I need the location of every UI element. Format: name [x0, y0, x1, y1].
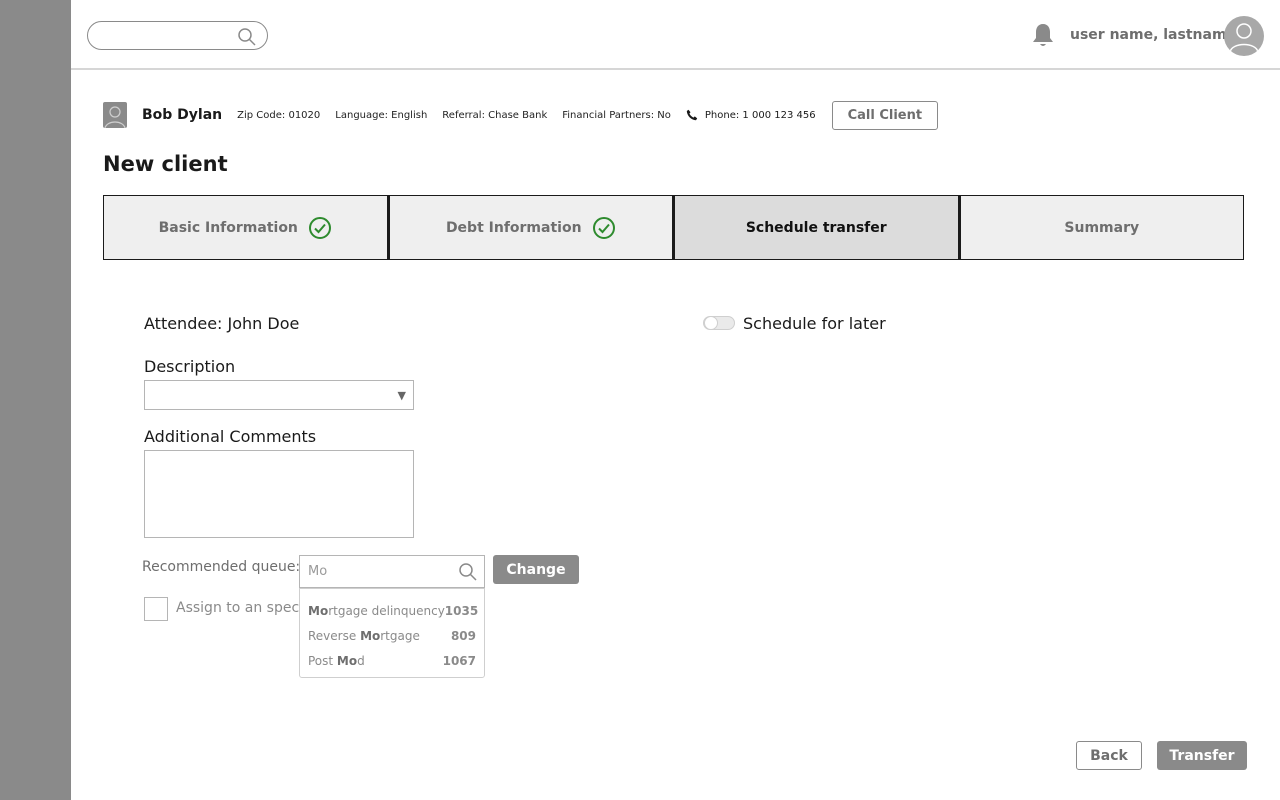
- recommended-queue-label: Recommended queue:: [142, 559, 301, 575]
- step-label: Schedule transfer: [745, 219, 887, 236]
- client-phone-text: Phone: 1 000 123 456: [704, 109, 816, 121]
- back-button[interactable]: Back: [1076, 741, 1142, 770]
- search-icon[interactable]: [237, 27, 257, 47]
- client-info-bar: Bob Dylan Zip Code: 01020 Language: Engl…: [103, 100, 939, 130]
- suggestion-count: 1067: [442, 653, 476, 668]
- client-language: Language: English: [335, 109, 428, 121]
- client-name: Bob Dylan: [142, 107, 223, 123]
- search-icon[interactable]: [458, 562, 478, 582]
- step-label: Debt Information: [445, 219, 582, 236]
- additional-comments-label: Additional Comments: [144, 427, 317, 446]
- suggestion-count: 809: [450, 628, 476, 643]
- step-label: Basic Information: [158, 219, 298, 236]
- suggestion-name: Mortgage delinquency: [308, 603, 445, 618]
- description-label: Description: [144, 357, 236, 376]
- phone-icon: [686, 109, 698, 121]
- toggle-knob: [704, 316, 718, 330]
- client-phone: Phone: 1 000 123 456: [686, 109, 816, 121]
- user-avatar[interactable]: [1224, 16, 1264, 56]
- additional-comments-textarea[interactable]: [144, 450, 414, 538]
- attendee-label: Attendee: John Doe: [144, 314, 300, 333]
- user-name[interactable]: user name, lastname: [1070, 27, 1236, 43]
- queue-suggestion-item[interactable]: Reverse Mortgage 809: [300, 623, 484, 648]
- search-input[interactable]: [98, 26, 228, 45]
- queue-suggestions-dropdown: Mortgage delinquency 1035 Reverse Mortga…: [299, 588, 485, 678]
- schedule-later-toggle[interactable]: [703, 316, 735, 330]
- step-debt-information[interactable]: Debt Information: [387, 195, 673, 260]
- progress-steps: Basic Information Debt Information Sched…: [103, 195, 1244, 260]
- step-summary[interactable]: Summary: [958, 195, 1244, 260]
- call-client-button[interactable]: Call Client: [831, 100, 939, 130]
- step-label: Summary: [1064, 219, 1140, 236]
- assign-agent-checkbox[interactable]: [144, 597, 168, 621]
- person-icon: [104, 106, 126, 128]
- global-search[interactable]: [87, 21, 268, 50]
- bell-icon[interactable]: [1031, 22, 1055, 48]
- queue-search-input[interactable]: Mo: [299, 555, 485, 588]
- schedule-later-label: Schedule for later: [743, 314, 886, 333]
- queue-suggestion-item[interactable]: Post Mod 1067: [300, 648, 484, 673]
- page-title: New client: [103, 152, 228, 176]
- caret-down-icon: ▼: [397, 389, 406, 402]
- suggestion-count: 1035: [444, 603, 479, 618]
- queue-suggestion-item[interactable]: Mortgage delinquency 1035: [300, 598, 484, 623]
- left-sidebar: [0, 0, 71, 800]
- transfer-button[interactable]: Transfer: [1157, 741, 1247, 770]
- check-circle-icon: [592, 216, 615, 239]
- step-basic-information[interactable]: Basic Information: [103, 195, 388, 260]
- assign-agent-label: Assign to an specific agent: [176, 600, 299, 616]
- step-schedule-transfer[interactable]: Schedule transfer: [673, 195, 959, 260]
- suggestion-name: Reverse Mortgage: [308, 628, 420, 643]
- queue-search-value: Mo: [308, 564, 328, 579]
- client-avatar: [103, 102, 127, 128]
- description-select[interactable]: ▼: [144, 380, 414, 410]
- client-zip: Zip Code: 01020: [237, 109, 321, 121]
- client-referral: Referral: Chase Bank: [442, 109, 548, 121]
- suggestion-name: Post Mod: [308, 653, 365, 668]
- check-circle-icon: [308, 216, 331, 239]
- client-financial-partners: Financial Partners: No: [562, 109, 671, 121]
- top-bar: user name, lastname: [71, 0, 1280, 70]
- user-icon: [1229, 23, 1259, 53]
- change-queue-button[interactable]: Change: [493, 555, 579, 584]
